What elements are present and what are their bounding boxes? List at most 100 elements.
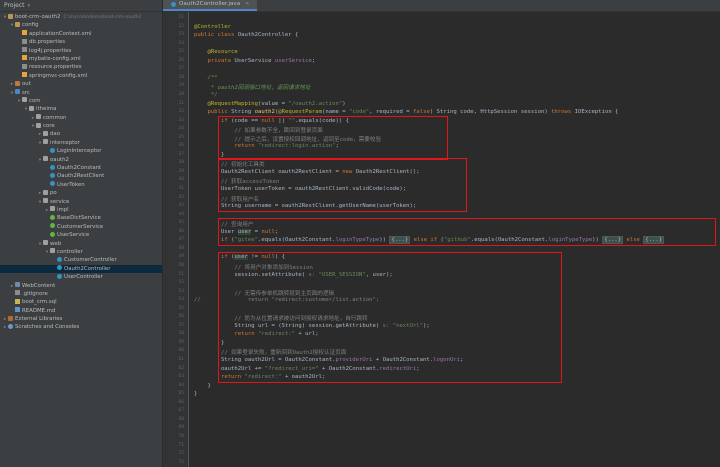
code-line[interactable]: oauth2Url += "?redirect_uri=" + Oauth2Co…	[194, 366, 420, 372]
code-line[interactable]: // 提示之后，设置授权回调地址，返回至code，需要校验	[194, 135, 381, 143]
code-line[interactable]: }	[194, 391, 197, 397]
code-line[interactable]: // 获取用户名	[194, 195, 259, 203]
tree-item[interactable]: ▾ core	[0, 122, 162, 130]
code-line[interactable]: // 将用户对象添加到Session	[194, 263, 312, 271]
code-line[interactable]: String oauth2Url = Oauth2Constant.provid…	[194, 357, 464, 363]
tree-item[interactable]: ▸ common	[0, 114, 162, 122]
tree-item[interactable]: ▾ itheima	[0, 105, 162, 113]
tree-item[interactable]: BaseDictService	[0, 214, 162, 222]
code-line[interactable]: // 初始化工具类	[194, 160, 265, 168]
tree-item[interactable]: applicationContext.xml	[0, 30, 162, 38]
code-line[interactable]: // return "redirect:customer/list.action…	[194, 297, 379, 303]
code-line[interactable]: return "redirect:" + url;	[194, 331, 318, 337]
code-line[interactable]: // 如果登录失败，重新回到Oauth2授权认证页面	[194, 348, 346, 356]
tree-item[interactable]: UserToken	[0, 181, 162, 189]
code-token: ))	[379, 237, 390, 244]
code-line[interactable]: return "redirect:" + oauth2Url;	[194, 374, 325, 380]
code-line[interactable]: // 查询用户	[194, 220, 253, 228]
code-line[interactable]: session.setAttribute( s: "USER_SESSION",…	[194, 272, 392, 278]
code-line[interactable]: if ("gitee".equals(Oauth2Constant.loginT…	[194, 236, 665, 245]
tree-item[interactable]: UserController	[0, 273, 162, 281]
code-line[interactable]: public class Oauth2Controller {	[194, 32, 298, 38]
tree-item[interactable]: CustomerService	[0, 223, 162, 231]
tree-item[interactable]: CustomerController	[0, 256, 162, 264]
code-line[interactable]: return "redirect:login.action";	[194, 143, 338, 149]
tree-item[interactable]: mybatis-config.xml	[0, 55, 162, 63]
tree-item[interactable]: ▾ controller	[0, 248, 162, 256]
class-icon	[57, 265, 62, 271]
tree-item[interactable]: ▾ oauth2	[0, 156, 162, 164]
line-number: 66	[178, 399, 184, 405]
tree-item[interactable]: .gitignore	[0, 290, 162, 298]
tree-item[interactable]: ▸ WebContent	[0, 282, 162, 290]
code-line[interactable]: // 无需传参单机跳转就到主页面的逻辑	[194, 289, 334, 297]
code-line[interactable]: String url = (String) session.getAttribu…	[194, 322, 429, 329]
tree-item[interactable]: Oauth2Constant	[0, 164, 162, 172]
tree-item[interactable]: db.properties	[0, 38, 162, 46]
folded-code-block[interactable]: {...}	[643, 236, 665, 245]
tree-item[interactable]: UserService	[0, 231, 162, 239]
chevron-down-icon[interactable]: ▾	[28, 3, 31, 9]
close-icon[interactable]: ✕	[245, 1, 249, 7]
code-token: String	[231, 109, 255, 116]
tree-item[interactable]: ▾ com	[0, 97, 162, 105]
code-line[interactable]: @RequestMapping(value = "/oauth2.action"…	[194, 100, 345, 107]
code-line[interactable]: /**	[194, 75, 217, 81]
tree-item-label: Scratches and Consoles	[15, 324, 80, 331]
code-line[interactable]: if (user != null) {	[194, 254, 285, 261]
code-line[interactable]: // 获取accessToken	[194, 177, 279, 185]
tree-item[interactable]: Oauth2RestClient	[0, 172, 162, 180]
code-token: (value =	[258, 100, 289, 107]
tree-item[interactable]: boot_crm.sql	[0, 298, 162, 306]
tree-item[interactable]: LoginInterceptor	[0, 147, 162, 155]
tree-item[interactable]: ▾ web	[0, 240, 162, 248]
project-title[interactable]: Project	[4, 2, 25, 9]
line-number: 51	[178, 271, 184, 277]
tree-item[interactable]: ▸ dao	[0, 130, 162, 138]
tree-item[interactable]: Oauth2Controller	[0, 264, 162, 274]
folded-code-block[interactable]: {...}	[602, 236, 624, 245]
code-line[interactable]: public String oauth2(@RequestParam(name …	[194, 109, 618, 115]
code-line[interactable]: UserToken userToken = oauth2RestClient.v…	[194, 186, 406, 192]
tree-item[interactable]: README.md	[0, 307, 162, 315]
tree-item[interactable]: ▸ out	[0, 80, 162, 88]
code-line[interactable]: if (code == null || "".equals(code)) {	[194, 118, 349, 124]
code-line[interactable]: private UserService userService;	[194, 58, 315, 64]
code-line[interactable]: Oauth2RestClient oauth2RestClient = new …	[194, 169, 420, 175]
code-line[interactable]: // 如果参数不全，跳回到登录页面	[194, 126, 322, 134]
code-token: @RequestMapping	[207, 100, 259, 107]
iface-icon	[50, 214, 55, 220]
code-line[interactable]: * oauth2回调接口地址，返回请求地址	[194, 83, 311, 91]
folded-code-block[interactable]: {...}	[389, 236, 411, 245]
code-line[interactable]: }	[194, 382, 211, 389]
tree-item[interactable]: ▾ interceptor	[0, 139, 162, 147]
tree-item[interactable]: ▾ service	[0, 198, 162, 206]
code-line[interactable]: User user = null;	[194, 228, 278, 235]
code-line[interactable]: // 防为从位置请求被访问到授权请求地址，自行跳转	[194, 314, 367, 322]
code-line[interactable]: String username = oauth2RestClient.getUs…	[194, 203, 416, 209]
tree-item[interactable]: resource.properties	[0, 63, 162, 71]
code-line[interactable]: */	[194, 92, 218, 98]
tree-item[interactable]: ▾ config	[0, 21, 162, 29]
code-token: s: "nextUrl"	[382, 322, 424, 329]
code-line[interactable]: }	[194, 340, 224, 346]
tree-item[interactable]: ▸ impl	[0, 206, 162, 214]
tree-item[interactable]: ▾ boot-crm-oauth2 C:\mycode\demo\boot-crm-…	[0, 13, 162, 21]
tree-item[interactable]: ▸ Scratches and Consoles	[0, 323, 162, 331]
tree-item[interactable]: log4j.properties	[0, 47, 162, 55]
code-line[interactable]: @Resource	[194, 49, 237, 55]
code-token: }	[194, 382, 211, 389]
tree-item[interactable]: ▸ External Libraries	[0, 315, 162, 323]
tree-item[interactable]: ▾ src	[0, 89, 162, 97]
code-token: // 查询用户	[220, 222, 254, 229]
project-panel-header[interactable]: Project ▾	[0, 0, 162, 12]
code-line[interactable]: @Controller	[194, 24, 231, 30]
tree-item[interactable]: ▸ po	[0, 189, 162, 197]
editor-tab[interactable]: Oauth2Controller.java ✕	[163, 0, 258, 11]
editor-tab-label[interactable]: Oauth2Controller.java	[179, 1, 240, 7]
code-token: @Controller	[194, 23, 232, 30]
tree-item[interactable]: springmvc-config.xml	[0, 72, 162, 80]
code-line[interactable]: }	[194, 152, 224, 158]
code-area[interactable]: @Controller public class Oauth2Controller…	[194, 12, 720, 467]
